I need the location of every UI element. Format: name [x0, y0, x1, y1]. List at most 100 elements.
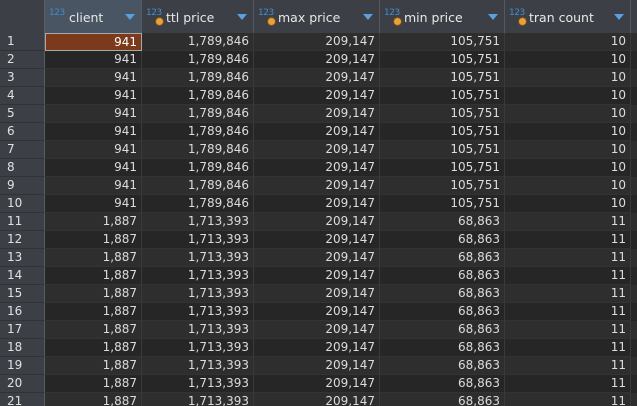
table-cell[interactable]: 209,147 — [254, 249, 380, 267]
table-cell[interactable]: 209,147 — [254, 339, 380, 357]
row-number[interactable]: 15 — [0, 285, 45, 303]
table-cell[interactable]: 1,713,393 — [142, 303, 254, 321]
table-cell[interactable]: 1,887 — [45, 285, 142, 303]
table-cell[interactable]: 10 — [505, 195, 631, 213]
row-number[interactable]: 18 — [0, 339, 45, 357]
sort-dropdown-icon[interactable] — [614, 14, 624, 20]
table-cell[interactable]: 105,751 — [380, 141, 505, 159]
table-cell[interactable]: 941 — [45, 177, 142, 195]
table-cell[interactable]: 1,887 — [45, 267, 142, 285]
sort-dropdown-icon[interactable] — [125, 14, 135, 20]
table-cell[interactable]: 68,863 — [380, 285, 505, 303]
table-cell[interactable]: 11 — [505, 249, 631, 267]
table-cell[interactable]: 941 — [45, 141, 142, 159]
table-cell[interactable]: 209,147 — [254, 105, 380, 123]
table-cell[interactable]: 1,887 — [45, 321, 142, 339]
table-cell[interactable]: 1,887 — [45, 303, 142, 321]
row-number[interactable]: 4 — [0, 87, 45, 105]
table-cell[interactable]: 68,863 — [380, 339, 505, 357]
table-cell[interactable]: 1,887 — [45, 339, 142, 357]
table-row[interactable]: 1 941 1,789,846 209,147 105,751 10 — [0, 33, 637, 51]
table-cell[interactable]: 209,147 — [254, 33, 380, 51]
table-row[interactable]: 6 941 1,789,846 209,147 105,751 10 — [0, 123, 637, 141]
table-cell[interactable]: 941 — [45, 87, 142, 105]
table-cell[interactable]: 209,147 — [254, 393, 380, 406]
table-cell[interactable]: 1,713,393 — [142, 249, 254, 267]
table-cell[interactable]: 11 — [505, 267, 631, 285]
table-cell[interactable]: 10 — [505, 105, 631, 123]
table-cell[interactable]: 105,751 — [380, 87, 505, 105]
table-cell[interactable]: 1,713,393 — [142, 213, 254, 231]
row-number[interactable]: 5 — [0, 105, 45, 123]
table-cell[interactable]: 209,147 — [254, 285, 380, 303]
table-cell[interactable]: 209,147 — [254, 357, 380, 375]
table-cell[interactable]: 1,713,393 — [142, 321, 254, 339]
row-number[interactable]: 3 — [0, 69, 45, 87]
table-cell[interactable]: 941 — [45, 159, 142, 177]
table-cell[interactable]: 68,863 — [380, 303, 505, 321]
table-row[interactable]: 19 1,887 1,713,393 209,147 68,863 11 — [0, 357, 637, 375]
table-cell[interactable]: 1,789,846 — [142, 123, 254, 141]
table-cell[interactable]: 1,713,393 — [142, 267, 254, 285]
table-cell[interactable]: 68,863 — [380, 213, 505, 231]
table-row[interactable]: 16 1,887 1,713,393 209,147 68,863 11 — [0, 303, 637, 321]
table-cell[interactable]: 1,887 — [45, 375, 142, 393]
table-cell[interactable]: 209,147 — [254, 69, 380, 87]
row-number[interactable]: 16 — [0, 303, 45, 321]
table-cell[interactable]: 10 — [505, 123, 631, 141]
row-number[interactable]: 7 — [0, 141, 45, 159]
sort-dropdown-icon[interactable] — [237, 14, 247, 20]
table-cell[interactable]: 105,751 — [380, 33, 505, 51]
table-cell[interactable]: 209,147 — [254, 195, 380, 213]
table-cell[interactable]: 68,863 — [380, 231, 505, 249]
table-cell[interactable]: 941 — [45, 33, 142, 51]
row-number[interactable]: 17 — [0, 321, 45, 339]
table-cell[interactable]: 11 — [505, 357, 631, 375]
table-cell[interactable]: 1,789,846 — [142, 105, 254, 123]
table-cell[interactable]: 209,147 — [254, 177, 380, 195]
table-cell[interactable]: 105,751 — [380, 177, 505, 195]
table-cell[interactable]: 941 — [45, 105, 142, 123]
table-cell[interactable]: 209,147 — [254, 267, 380, 285]
row-number[interactable]: 20 — [0, 375, 45, 393]
table-cell[interactable]: 11 — [505, 339, 631, 357]
table-cell[interactable]: 105,751 — [380, 159, 505, 177]
table-cell[interactable]: 105,751 — [380, 195, 505, 213]
table-cell[interactable]: 209,147 — [254, 213, 380, 231]
table-cell[interactable]: 941 — [45, 195, 142, 213]
row-number[interactable]: 14 — [0, 267, 45, 285]
table-cell[interactable]: 11 — [505, 231, 631, 249]
table-cell[interactable]: 11 — [505, 285, 631, 303]
table-cell[interactable]: 1,789,846 — [142, 141, 254, 159]
sort-dropdown-icon[interactable] — [363, 14, 373, 20]
table-cell[interactable]: 1,887 — [45, 357, 142, 375]
table-cell[interactable]: 68,863 — [380, 393, 505, 406]
table-row[interactable]: 21 1,887 1,713,393 209,147 68,863 11 — [0, 393, 637, 406]
table-cell[interactable]: 10 — [505, 33, 631, 51]
column-header-min-price[interactable]: 123 min price — [380, 0, 505, 35]
row-number[interactable]: 10 — [0, 195, 45, 213]
row-number[interactable]: 12 — [0, 231, 45, 249]
table-cell[interactable]: 1,789,846 — [142, 177, 254, 195]
table-cell[interactable]: 1,789,846 — [142, 195, 254, 213]
table-row[interactable]: 5 941 1,789,846 209,147 105,751 10 — [0, 105, 637, 123]
row-number[interactable]: 8 — [0, 159, 45, 177]
sort-dropdown-icon[interactable] — [488, 14, 498, 20]
table-cell[interactable]: 1,713,393 — [142, 357, 254, 375]
row-number-header[interactable] — [0, 0, 45, 35]
row-number[interactable]: 1 — [0, 33, 45, 51]
table-cell[interactable]: 209,147 — [254, 123, 380, 141]
table-cell[interactable]: 1,887 — [45, 249, 142, 267]
table-cell[interactable]: 10 — [505, 159, 631, 177]
row-number[interactable]: 19 — [0, 357, 45, 375]
table-cell[interactable]: 11 — [505, 213, 631, 231]
column-header-tran-count[interactable]: 123 tran count — [505, 0, 631, 35]
table-cell[interactable]: 1,789,846 — [142, 159, 254, 177]
row-number[interactable]: 21 — [0, 393, 45, 406]
table-cell[interactable]: 11 — [505, 375, 631, 393]
table-cell[interactable]: 941 — [45, 51, 142, 69]
row-number[interactable]: 9 — [0, 177, 45, 195]
table-cell[interactable]: 68,863 — [380, 249, 505, 267]
table-row[interactable]: 3 941 1,789,846 209,147 105,751 10 — [0, 69, 637, 87]
table-row[interactable]: 12 1,887 1,713,393 209,147 68,863 11 — [0, 231, 637, 249]
